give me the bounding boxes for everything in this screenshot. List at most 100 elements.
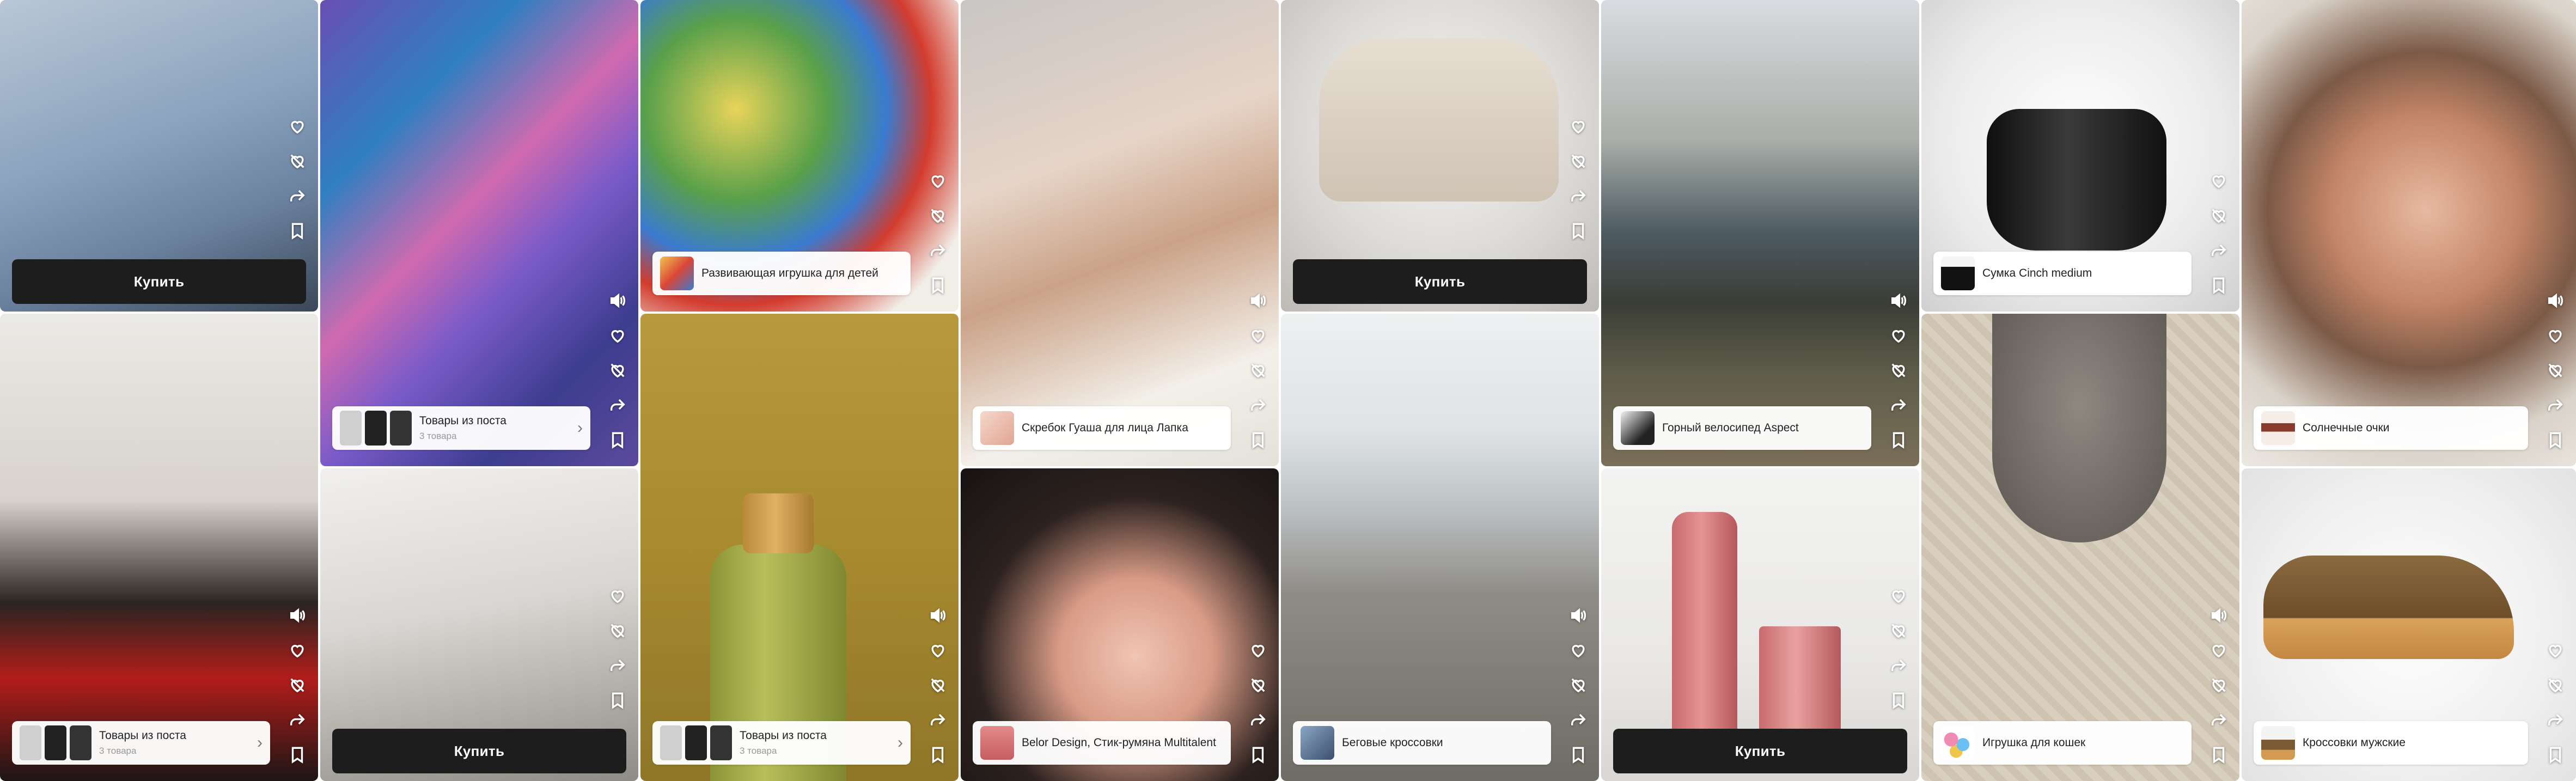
buy-button[interactable]: Купить <box>332 729 626 773</box>
product-card[interactable]: Игрушка для кошек <box>1933 721 2192 765</box>
feed-card-bag[interactable]: Сумка Cinch medium <box>1921 0 2239 312</box>
heart-icon[interactable] <box>1248 326 1268 345</box>
bookmark-icon[interactable] <box>928 745 948 765</box>
heart-icon[interactable] <box>288 640 307 660</box>
sound-icon[interactable] <box>288 606 307 625</box>
feed-card-cat[interactable]: Игрушка для кошек <box>1921 314 2239 781</box>
heart-icon[interactable] <box>928 171 948 191</box>
bookmark-icon[interactable] <box>928 276 948 295</box>
post-products-card[interactable]: Товары из поста 3 товара › <box>12 721 270 765</box>
dislike-icon[interactable] <box>928 206 948 225</box>
bookmark-icon[interactable] <box>1248 430 1268 450</box>
dislike-icon[interactable] <box>1568 151 1588 171</box>
heart-icon[interactable] <box>1889 326 1908 345</box>
heart-icon[interactable] <box>2546 640 2565 660</box>
feed-card-toy[interactable]: Развивающая игрушка для детей <box>640 0 959 312</box>
heart-icon[interactable] <box>1568 117 1588 136</box>
share-icon[interactable] <box>1889 395 1908 415</box>
dislike-icon[interactable] <box>1248 675 1268 695</box>
bookmark-icon[interactable] <box>1568 745 1588 765</box>
share-icon[interactable] <box>2546 710 2565 730</box>
heart-icon[interactable] <box>608 586 627 606</box>
bookmark-icon[interactable] <box>2209 745 2229 765</box>
bookmark-icon[interactable] <box>1248 745 1268 765</box>
feed-card-sneakers[interactable]: Кроссовки мужские <box>2242 468 2576 781</box>
share-icon[interactable] <box>2546 395 2565 415</box>
sound-icon[interactable] <box>1248 291 1268 310</box>
sound-icon[interactable] <box>928 606 948 625</box>
share-icon[interactable] <box>1248 710 1268 730</box>
bookmark-icon[interactable] <box>288 745 307 765</box>
buy-button[interactable]: Купить <box>1293 259 1587 304</box>
sound-icon[interactable] <box>2209 606 2229 625</box>
heart-icon[interactable] <box>928 640 948 660</box>
share-icon[interactable] <box>2209 241 2229 260</box>
feed-card-armchair[interactable]: Купить <box>1281 0 1599 312</box>
feed-card-jacket[interactable]: Товары из поста 3 товара › <box>0 314 318 781</box>
feed-card-heels[interactable]: Купить <box>320 468 638 781</box>
product-card[interactable]: Сумка Cinch medium <box>1933 252 2192 295</box>
share-icon[interactable] <box>1248 395 1268 415</box>
share-icon[interactable] <box>1568 186 1588 206</box>
feed-card-graffiti[interactable]: Товары из поста 3 товара › <box>320 0 638 466</box>
share-icon[interactable] <box>608 395 627 415</box>
heart-icon[interactable] <box>2209 640 2229 660</box>
buy-button[interactable]: Купить <box>12 259 306 304</box>
dislike-icon[interactable] <box>1889 361 1908 380</box>
post-products-card[interactable]: Товары из поста 3 товара › <box>332 406 590 450</box>
bookmark-icon[interactable] <box>2209 276 2229 295</box>
heart-icon[interactable] <box>608 326 627 345</box>
product-card[interactable]: Горный велосипед Aspect <box>1613 406 1871 450</box>
sound-icon[interactable] <box>1568 606 1588 625</box>
product-card[interactable]: Развивающая игрушка для детей <box>652 252 911 295</box>
share-icon[interactable] <box>288 710 307 730</box>
dislike-icon[interactable] <box>2546 675 2565 695</box>
share-icon[interactable] <box>288 186 307 206</box>
sound-icon[interactable] <box>2546 291 2565 310</box>
dislike-icon[interactable] <box>2209 206 2229 225</box>
heart-icon[interactable] <box>1568 640 1588 660</box>
share-icon[interactable] <box>2209 710 2229 730</box>
feed-card-bike[interactable]: Горный велосипед Aspect <box>1601 0 1919 466</box>
share-icon[interactable] <box>928 241 948 260</box>
bookmark-icon[interactable] <box>1889 691 1908 710</box>
heart-icon[interactable] <box>288 117 307 136</box>
bookmark-icon[interactable] <box>608 430 627 450</box>
dislike-icon[interactable] <box>2546 361 2565 380</box>
feed-card-bottle[interactable]: Товары из поста 3 товара › <box>640 314 959 781</box>
share-icon[interactable] <box>608 656 627 675</box>
product-card[interactable]: Скребок Гуаша для лица Лапка <box>973 406 1231 450</box>
post-products-card[interactable]: Товары из поста 3 товара › <box>652 721 911 765</box>
feed-card-sunglasses[interactable]: Солнечные очки <box>2242 0 2576 466</box>
dislike-icon[interactable] <box>1568 675 1588 695</box>
buy-button[interactable]: Купить <box>1613 729 1907 773</box>
dislike-icon[interactable] <box>1889 621 1908 640</box>
bookmark-icon[interactable] <box>608 691 627 710</box>
feed-card-lipstick[interactable]: Купить <box>1601 468 1919 781</box>
dislike-icon[interactable] <box>928 675 948 695</box>
product-card[interactable]: Беговые кроссовки <box>1293 721 1551 765</box>
share-icon[interactable] <box>928 710 948 730</box>
dislike-icon[interactable] <box>288 675 307 695</box>
feed-card-blouse[interactable]: Купить <box>0 0 318 312</box>
bookmark-icon[interactable] <box>2546 430 2565 450</box>
dislike-icon[interactable] <box>1248 361 1268 380</box>
heart-icon[interactable] <box>2546 326 2565 345</box>
bookmark-icon[interactable] <box>288 221 307 241</box>
product-card[interactable]: Belor Design, Стик-румяна Multitalent <box>973 721 1231 765</box>
product-card[interactable]: Солнечные очки <box>2254 406 2528 450</box>
heart-icon[interactable] <box>2209 171 2229 191</box>
feed-card-blush[interactable]: Belor Design, Стик-румяна Multitalent <box>961 468 1279 781</box>
dislike-icon[interactable] <box>608 621 627 640</box>
product-card[interactable]: Кроссовки мужские <box>2254 721 2528 765</box>
heart-icon[interactable] <box>1248 640 1268 660</box>
feed-card-guasha[interactable]: Скребок Гуаша для лица Лапка <box>961 0 1279 466</box>
bookmark-icon[interactable] <box>1889 430 1908 450</box>
dislike-icon[interactable] <box>288 151 307 171</box>
dislike-icon[interactable] <box>608 361 627 380</box>
share-icon[interactable] <box>1568 710 1588 730</box>
dislike-icon[interactable] <box>2209 675 2229 695</box>
sound-icon[interactable] <box>1889 291 1908 310</box>
share-icon[interactable] <box>1889 656 1908 675</box>
bookmark-icon[interactable] <box>2546 745 2565 765</box>
